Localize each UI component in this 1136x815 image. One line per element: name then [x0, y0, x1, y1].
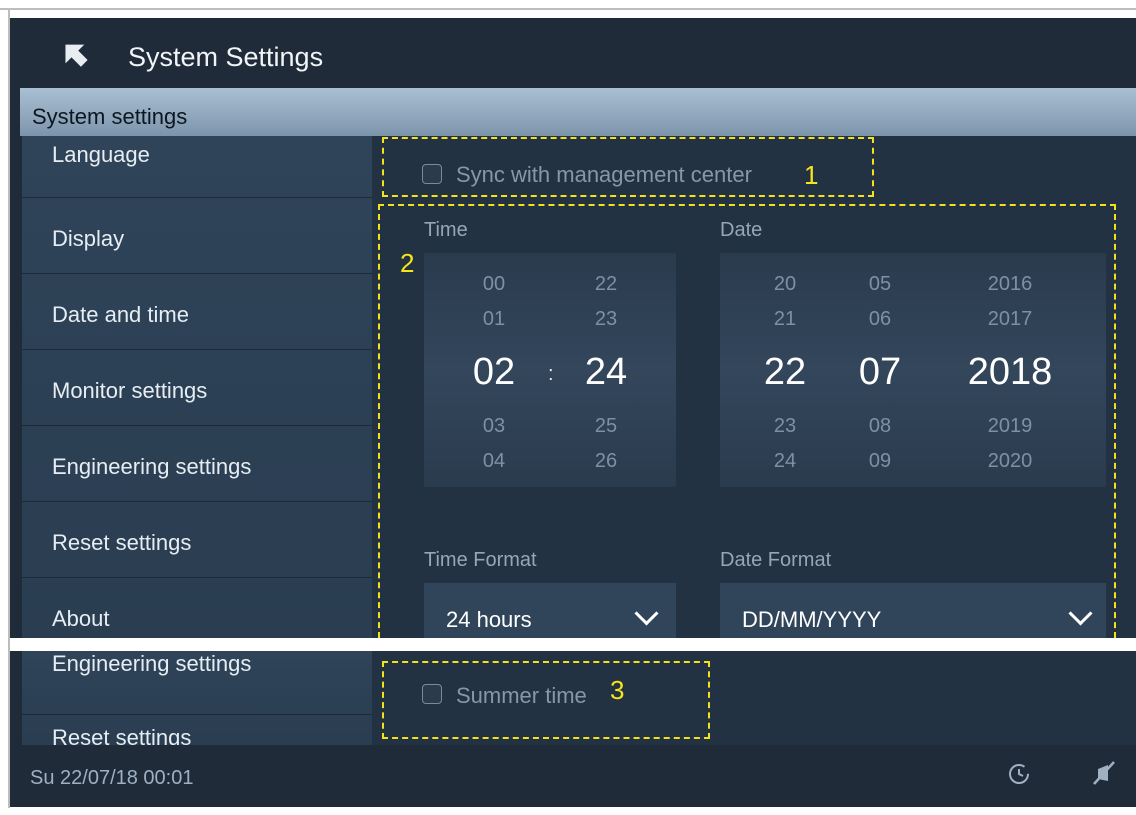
content-panel: Sync with management center 1 2 Time Dat… — [372, 136, 1136, 638]
back-arrow-icon[interactable] — [60, 38, 92, 70]
sidebar-item-about[interactable]: About — [22, 578, 372, 638]
day-option[interactable]: 21 — [745, 308, 825, 331]
minute-option[interactable]: 22 — [566, 273, 646, 296]
month-option[interactable]: 05 — [840, 273, 920, 296]
summer-time-label: Summer time — [456, 683, 587, 708]
title-bar: System Settings — [10, 18, 1136, 86]
time-picker-wheel[interactable]: 00 01 02 03 04 : 22 23 24 25 26 — [424, 253, 676, 487]
minute-option[interactable]: 25 — [566, 415, 646, 438]
date-format-label: Date Format — [720, 549, 832, 571]
sidebar-item-label: Monitor settings — [52, 378, 208, 403]
sidebar-item-label: Date and time — [52, 302, 189, 327]
time-format-value: 24 hours — [446, 607, 532, 632]
month-option[interactable]: 06 — [840, 308, 920, 331]
history-icon[interactable] — [1006, 761, 1032, 787]
annotation-number-2: 2 — [400, 248, 415, 278]
sidebar-item-label: About — [52, 606, 110, 631]
year-option[interactable]: 2019 — [970, 415, 1050, 438]
month-selected[interactable]: 07 — [825, 351, 935, 394]
date-format-dropdown[interactable]: DD/MM/YYYY — [720, 583, 1106, 638]
date-format-value: DD/MM/YYYY — [742, 607, 882, 632]
sidebar-item-engineering-settings[interactable]: Engineering settings — [22, 651, 372, 715]
hour-option[interactable]: 03 — [454, 415, 534, 438]
sidebar-item-label: Display — [52, 226, 125, 251]
sidebar-item-engineering-settings[interactable]: Engineering settings — [22, 426, 372, 502]
sidebar-item-language[interactable]: Language — [22, 122, 372, 198]
sync-label: Sync with management center — [456, 162, 752, 187]
sidebar-item-reset-settings[interactable]: Reset settings — [22, 502, 372, 578]
sidebar-item-label: Engineering settings — [52, 651, 252, 676]
sidebar-item-label: Reset settings — [52, 530, 192, 555]
day-option[interactable]: 24 — [745, 450, 825, 473]
minute-selected[interactable]: 24 — [551, 351, 661, 394]
hour-option[interactable]: 01 — [454, 308, 534, 331]
mute-icon[interactable] — [1090, 759, 1118, 787]
page-title: System Settings — [128, 42, 324, 72]
summer-time-checkbox[interactable] — [422, 684, 442, 704]
time-format-label: Time Format — [424, 549, 537, 571]
settings-screen: System Settings System settings Language… — [10, 18, 1136, 638]
time-label: Time — [424, 219, 468, 241]
minute-option[interactable]: 26 — [566, 450, 646, 473]
year-option[interactable]: 2020 — [970, 450, 1050, 473]
date-picker-wheel[interactable]: 20 21 22 23 24 05 06 07 08 09 2016 2017 … — [720, 253, 1106, 487]
sidebar-item-display[interactable]: Display — [22, 198, 372, 274]
date-label: Date — [720, 219, 763, 241]
day-selected[interactable]: 22 — [730, 351, 840, 394]
sidebar: Language Display Date and time Monitor s… — [22, 136, 372, 638]
status-datetime: Su 22/07/18 00:01 — [30, 767, 194, 789]
month-option[interactable]: 08 — [840, 415, 920, 438]
sidebar-item-label: Engineering settings — [52, 454, 252, 479]
day-option[interactable]: 20 — [745, 273, 825, 296]
day-option[interactable]: 23 — [745, 415, 825, 438]
time-format-dropdown[interactable]: 24 hours — [424, 583, 676, 638]
hour-option[interactable]: 04 — [454, 450, 534, 473]
hour-option[interactable]: 00 — [454, 273, 534, 296]
settings-screen-scrolled: Engineering settings Reset settings Summ… — [10, 651, 1136, 807]
year-option[interactable]: 2016 — [970, 273, 1050, 296]
sidebar: Engineering settings Reset settings — [22, 651, 372, 750]
chevron-down-icon — [634, 601, 659, 626]
sidebar-item-label: Language — [52, 142, 150, 167]
hour-selected[interactable]: 02 — [439, 351, 549, 394]
month-option[interactable]: 09 — [840, 450, 920, 473]
chevron-down-icon — [1068, 601, 1093, 626]
minute-option[interactable]: 23 — [566, 308, 646, 331]
sync-checkbox[interactable] — [422, 164, 442, 184]
sidebar-item-monitor-settings[interactable]: Monitor settings — [22, 350, 372, 426]
year-selected[interactable]: 2018 — [955, 351, 1065, 394]
sidebar-item-date-and-time[interactable]: Date and time — [22, 274, 372, 350]
frame-top-border — [0, 8, 1136, 10]
year-option[interactable]: 2017 — [970, 308, 1050, 331]
annotation-number-1: 1 — [804, 160, 819, 190]
content-panel: Summer time 3 — [372, 651, 1136, 745]
annotation-number-3: 3 — [610, 675, 625, 705]
